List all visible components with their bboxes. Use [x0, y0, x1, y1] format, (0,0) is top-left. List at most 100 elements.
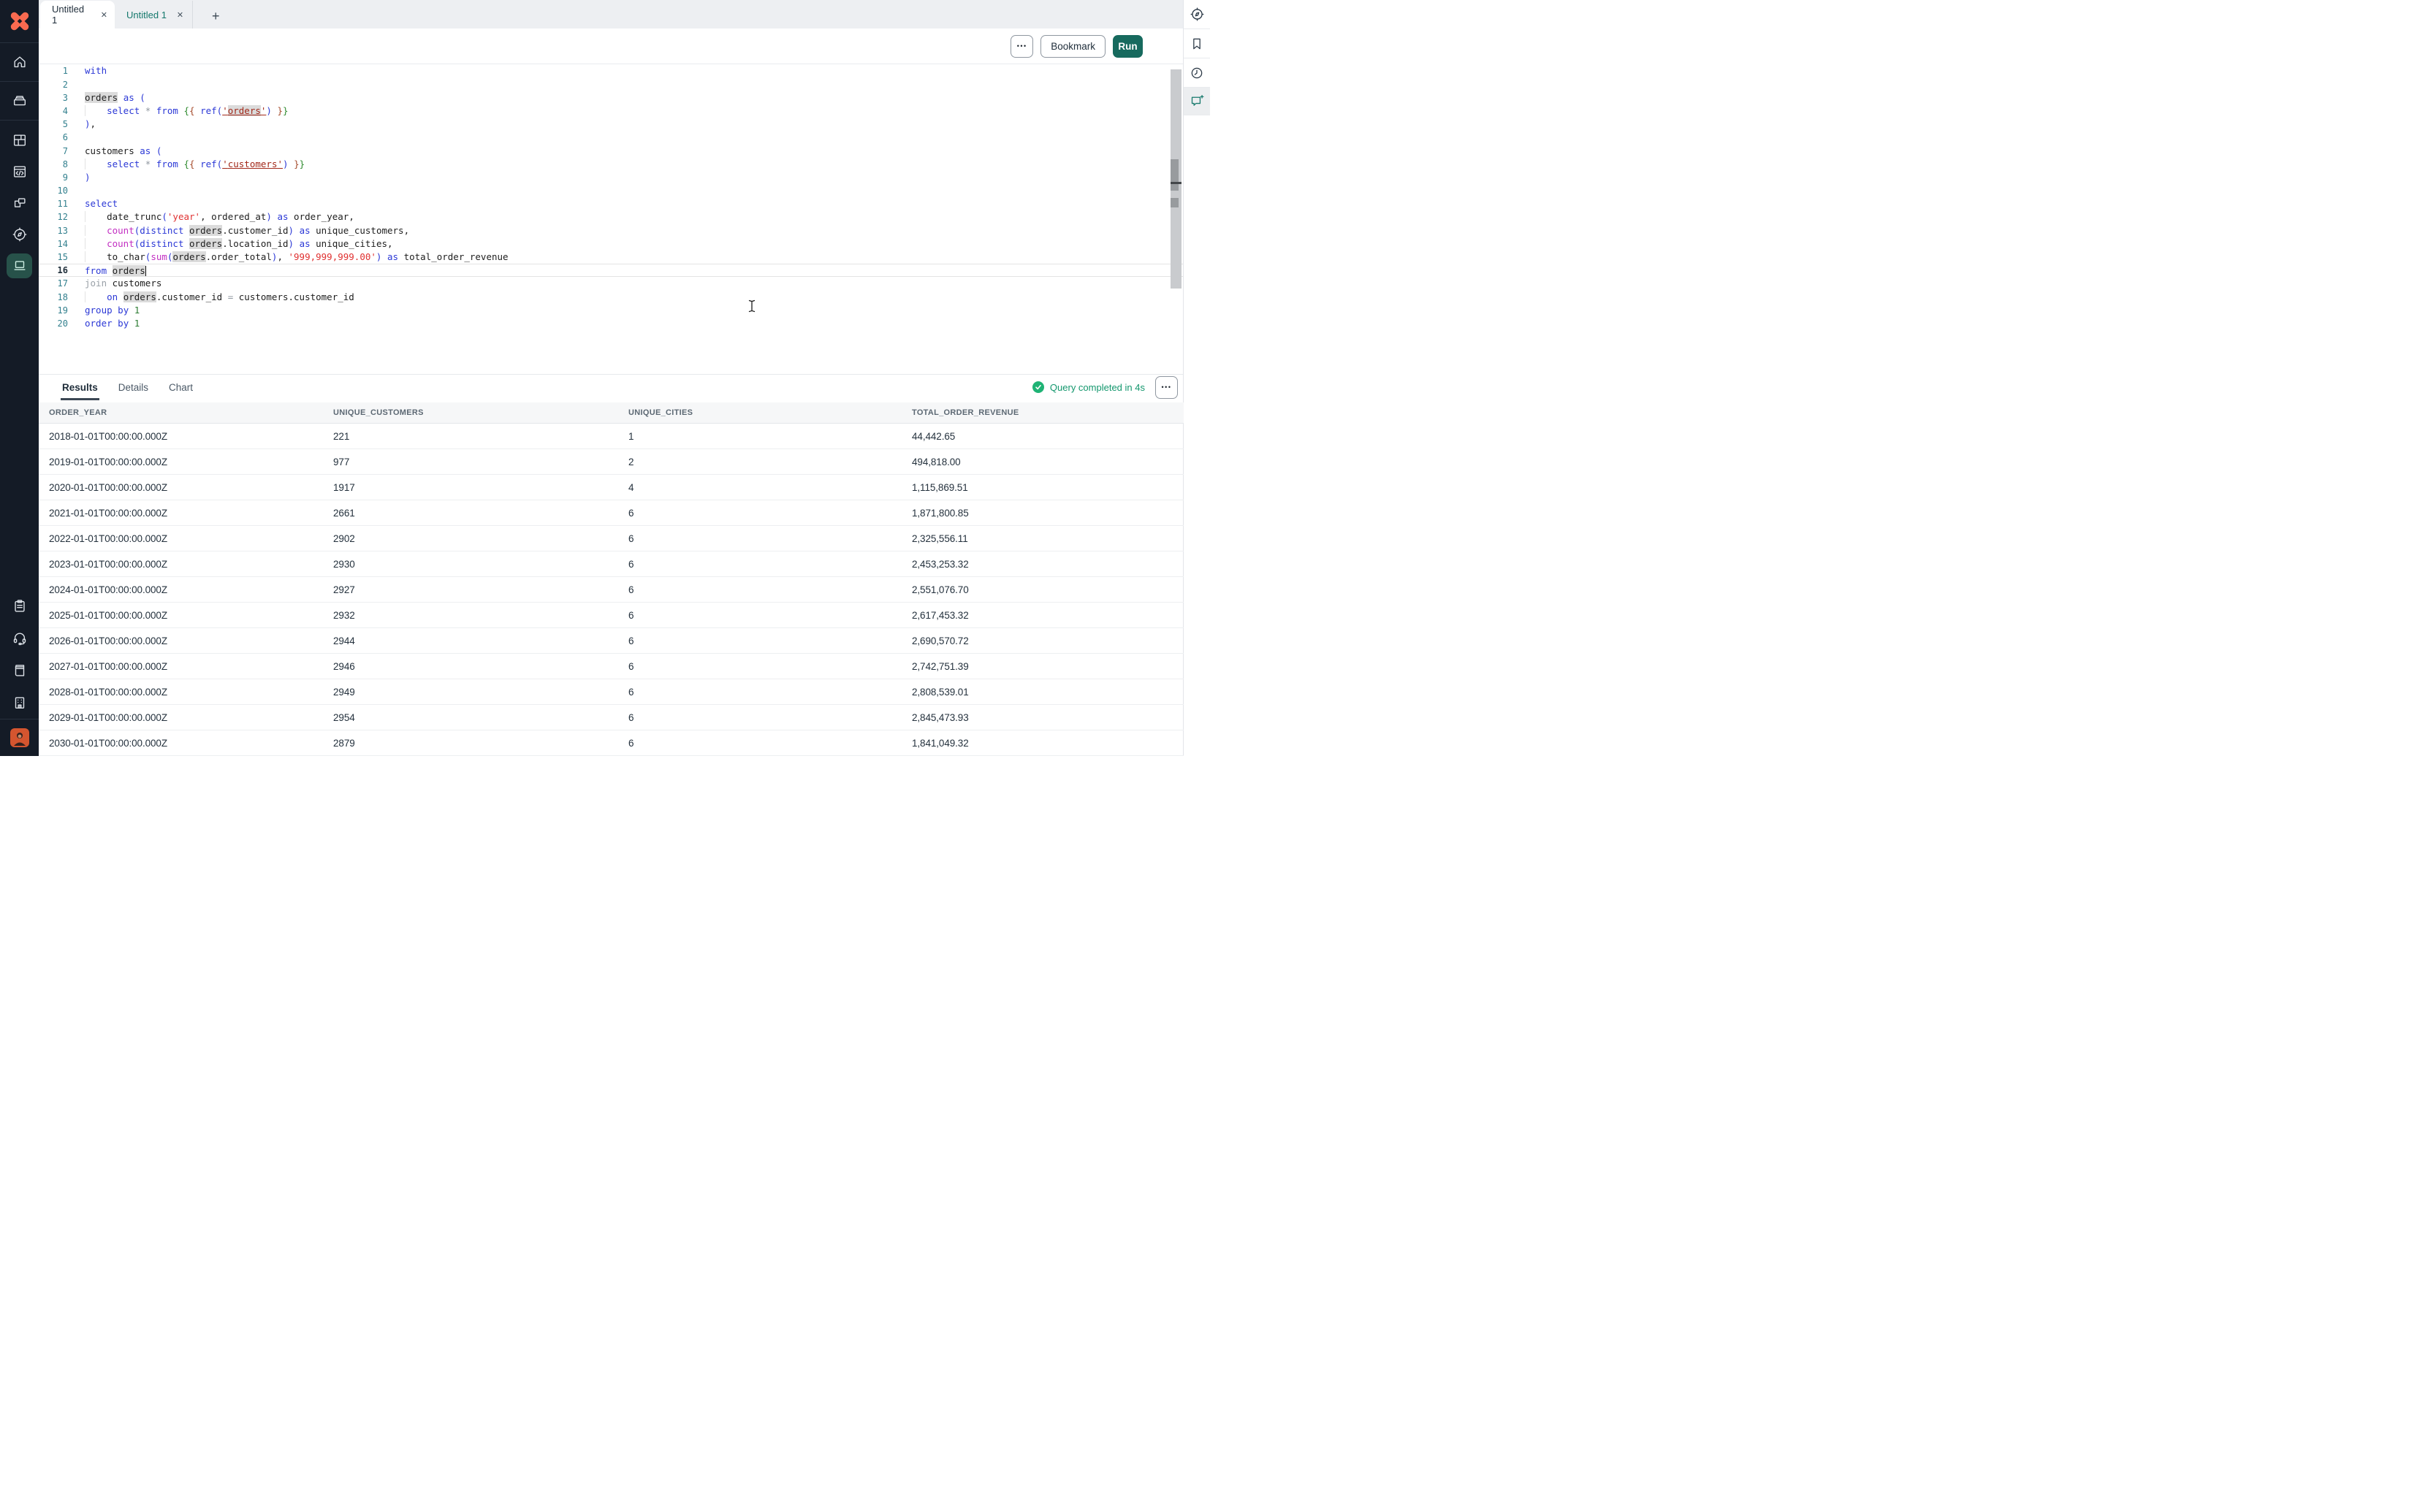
table-cell: 2027-01-01T00:00:00.000Z — [39, 654, 323, 679]
sql-editor[interactable]: 1with23orders as (4 select * from {{ ref… — [39, 64, 1183, 373]
sidebar-item-organization[interactable] — [0, 687, 39, 719]
table-cell: 2021-01-01T00:00:00.000Z — [39, 500, 323, 526]
bookmark-button[interactable]: Bookmark — [1040, 35, 1106, 58]
table-cell: 2018-01-01T00:00:00.000Z — [39, 424, 323, 449]
table-row[interactable]: 2019-01-01T00:00:00.000Z9772494,818.00 — [39, 449, 1184, 475]
code-line[interactable]: 2 — [39, 78, 1183, 91]
table-cell: 2,551,076.70 — [902, 577, 1184, 603]
code-line[interactable]: 3orders as ( — [39, 91, 1183, 104]
sidebar-item-ai-assistant[interactable] — [1184, 88, 1210, 115]
table-cell: 2,617,453.32 — [902, 603, 1184, 628]
bookmark-icon — [1190, 37, 1204, 51]
code-line[interactable]: 20order by 1 — [39, 317, 1183, 330]
tab-untitled-2[interactable]: Untitled 1 ✕ — [115, 1, 193, 28]
column-header[interactable]: UNIQUE_CITIES — [618, 402, 902, 424]
code-line[interactable]: 13 count(distinct orders.customer_id) as… — [39, 224, 1183, 237]
code-line[interactable]: 10 — [39, 184, 1183, 197]
sidebar-item-history[interactable] — [1184, 58, 1210, 88]
user-avatar[interactable] — [0, 719, 39, 756]
column-header[interactable]: TOTAL_ORDER_REVENUE — [902, 402, 1184, 424]
sidebar-item-changelog[interactable] — [0, 590, 39, 622]
table-row[interactable]: 2030-01-01T00:00:00.000Z287961,841,049.3… — [39, 730, 1184, 756]
headset-icon — [12, 630, 28, 646]
table-row[interactable]: 2022-01-01T00:00:00.000Z290262,325,556.1… — [39, 526, 1184, 551]
code-line[interactable]: 9) — [39, 171, 1183, 184]
sidebar-item-terminal-active[interactable] — [0, 250, 39, 281]
table-row[interactable]: 2024-01-01T00:00:00.000Z292762,551,076.7… — [39, 577, 1184, 603]
code-line[interactable]: 8 select * from {{ ref('customers') }} — [39, 158, 1183, 171]
line-number: 10 — [39, 184, 68, 197]
app-logo[interactable] — [0, 0, 39, 43]
code-line[interactable]: 5), — [39, 118, 1183, 131]
more-options-button[interactable]: ••• — [1011, 35, 1033, 58]
tab-close-icon[interactable]: ✕ — [177, 10, 183, 20]
scrollbar-thumb-secondary[interactable] — [1171, 198, 1179, 207]
column-header[interactable]: ORDER_YEAR — [39, 402, 323, 424]
sidebar-item-apps[interactable] — [0, 124, 39, 156]
sidebar-item-code-editor[interactable] — [0, 156, 39, 187]
text-cursor-pointer — [747, 299, 756, 313]
table-row[interactable]: 2028-01-01T00:00:00.000Z294962,808,539.0… — [39, 679, 1184, 705]
table-cell: 2,845,473.93 — [902, 705, 1184, 730]
code-line[interactable]: 11select — [39, 197, 1183, 210]
compass-icon — [1190, 7, 1205, 22]
code-line[interactable]: 15 to_char(sum(orders.order_total), '999… — [39, 251, 1183, 264]
table-row[interactable]: 2020-01-01T00:00:00.000Z191741,115,869.5… — [39, 475, 1184, 500]
table-row[interactable]: 2025-01-01T00:00:00.000Z293262,617,453.3… — [39, 603, 1184, 628]
sidebar-item-explore[interactable] — [0, 218, 39, 250]
code-text: date_trunc('year', ordered_at) as order_… — [68, 210, 354, 224]
tab-close-icon[interactable]: ✕ — [101, 10, 107, 20]
column-header[interactable]: UNIQUE_CUSTOMERS — [323, 402, 618, 424]
code-line[interactable]: 12 date_trunc('year', ordered_at) as ord… — [39, 210, 1183, 224]
sidebar-item-support[interactable] — [0, 622, 39, 654]
code-line[interactable]: 1with — [39, 64, 1183, 77]
table-row[interactable]: 2029-01-01T00:00:00.000Z295462,845,473.9… — [39, 705, 1184, 730]
table-cell: 6 — [618, 654, 902, 679]
editor-scrollbar[interactable] — [1171, 69, 1182, 289]
tab-results[interactable]: Results — [62, 375, 98, 400]
code-window-icon — [12, 164, 28, 180]
code-line[interactable]: 19group by 1 — [39, 304, 1183, 317]
line-number: 16 — [39, 264, 68, 277]
table-cell: 1 — [618, 424, 902, 449]
table-row[interactable]: 2027-01-01T00:00:00.000Z294662,742,751.3… — [39, 654, 1184, 679]
sidebar-item-projects[interactable] — [0, 82, 39, 121]
sidebar-item-sessions[interactable] — [0, 187, 39, 218]
line-number: 7 — [39, 145, 68, 158]
tab-untitled-1[interactable]: Untitled 1 ✕ — [40, 1, 115, 28]
building-icon — [12, 695, 28, 711]
results-header: Results Details Chart Query completed in… — [39, 375, 1183, 400]
scrollbar-thumb[interactable] — [1171, 159, 1179, 191]
table-cell: 494,818.00 — [902, 449, 1184, 475]
code-line[interactable]: 7customers as ( — [39, 145, 1183, 158]
code-line[interactable]: 18 on orders.customer_id = customers.cus… — [39, 291, 1183, 304]
run-button[interactable]: Run — [1113, 35, 1143, 58]
new-tab-button[interactable]: + — [208, 9, 224, 23]
table-cell: 2029-01-01T00:00:00.000Z — [39, 705, 323, 730]
table-row[interactable]: 2023-01-01T00:00:00.000Z293062,453,253.3… — [39, 551, 1184, 577]
sidebar-item-explore-right[interactable] — [1184, 0, 1210, 29]
code-line[interactable]: 6 — [39, 131, 1183, 144]
tab-chart[interactable]: Chart — [169, 375, 193, 400]
home-icon — [12, 54, 28, 70]
code-line[interactable]: 17join customers — [39, 277, 1183, 290]
query-status-text: Query completed in 4s — [1050, 382, 1145, 393]
table-row[interactable]: 2026-01-01T00:00:00.000Z294462,690,570.7… — [39, 628, 1184, 654]
sidebar-item-bookmarks[interactable] — [1184, 29, 1210, 58]
code-text: order by 1 — [68, 317, 140, 330]
code-line[interactable]: 14 count(distinct orders.location_id) as… — [39, 237, 1183, 251]
table-row[interactable]: 2021-01-01T00:00:00.000Z266161,871,800.8… — [39, 500, 1184, 526]
avatar-image — [10, 728, 29, 747]
code-line[interactable]: 4 select * from {{ ref('orders') }} — [39, 104, 1183, 118]
code-line[interactable]: 16from orders — [39, 264, 1183, 277]
tab-label: Untitled 1 — [52, 4, 91, 26]
active-item-pill — [7, 253, 32, 278]
sidebar-item-docs[interactable] — [0, 654, 39, 687]
tab-details[interactable]: Details — [118, 375, 148, 400]
table-row[interactable]: 2018-01-01T00:00:00.000Z221144,442.65 — [39, 424, 1184, 449]
left-sidebar — [0, 0, 39, 756]
sidebar-item-home[interactable] — [0, 43, 39, 82]
code-text: to_char(sum(orders.order_total), '999,99… — [68, 251, 509, 264]
table-cell: 6 — [618, 679, 902, 705]
results-more-button[interactable]: ••• — [1155, 376, 1178, 399]
